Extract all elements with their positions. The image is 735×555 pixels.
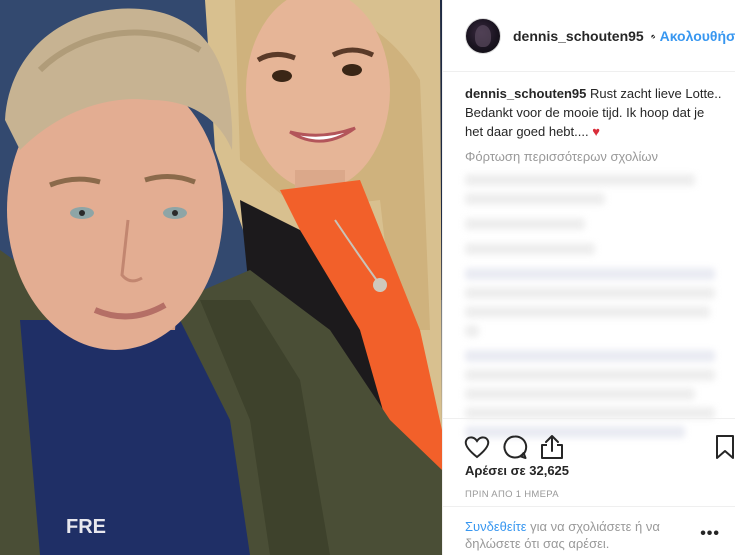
follow-button[interactable]: Ακολουθήστε (660, 28, 735, 44)
comment-icon[interactable] (501, 433, 529, 461)
post-caption: dennis_schouten95 Rust zacht lieve Lotte… (465, 84, 723, 141)
more-options-icon[interactable]: ••• (700, 525, 720, 543)
login-prompt-footer: Συνδεθείτε για να σχολιάσετε ή να δηλώσε… (443, 506, 735, 555)
likes-count[interactable]: Αρέσει σε 32,625 (465, 463, 569, 478)
blurred-comments (465, 174, 723, 438)
share-icon[interactable] (538, 433, 566, 461)
post-timestamp[interactable]: ΠΡΙΝ ΑΠΟ 1 ΗΜΕΡΑ (465, 489, 559, 500)
caption-username[interactable]: dennis_schouten95 (465, 86, 586, 101)
load-more-comments-button[interactable]: Φόρτωση περισσότερων σχολίων (465, 149, 723, 164)
username-link[interactable]: dennis_schouten95 (513, 28, 644, 44)
post-header: dennis_schouten95 • Ακολουθήστε (443, 0, 735, 72)
user-avatar[interactable] (465, 17, 501, 54)
post-photo[interactable]: FRE (0, 0, 442, 555)
heart-emoji: ♥ (592, 124, 600, 139)
comments-section: dennis_schouten95 Rust zacht lieve Lotte… (465, 84, 723, 438)
selfie-photo: FRE (0, 0, 442, 555)
bookmark-icon[interactable] (711, 433, 735, 461)
svg-text:FRE: FRE (66, 516, 106, 538)
heart-icon[interactable] (463, 433, 491, 461)
post-sidebar: dennis_schouten95 • Ακολουθήστε dennis_s… (442, 0, 735, 555)
login-prompt: Συνδεθείτε για να σχολιάσετε ή να δηλώσε… (465, 518, 695, 552)
login-link[interactable]: Συνδεθείτε (465, 519, 527, 534)
